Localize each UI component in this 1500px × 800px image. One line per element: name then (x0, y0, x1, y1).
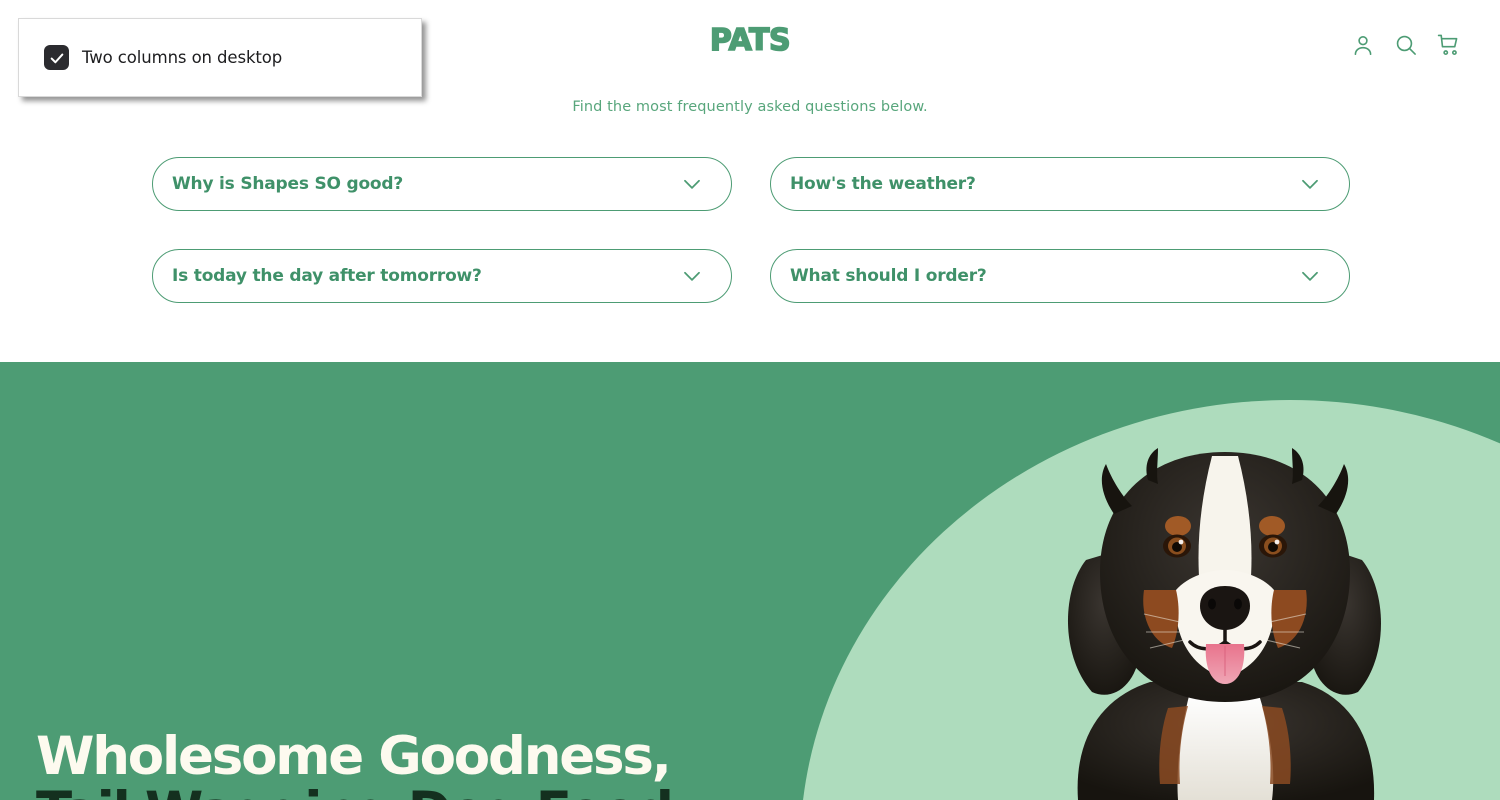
search-icon[interactable] (1393, 32, 1419, 58)
chevron-down-icon[interactable] (1297, 263, 1323, 289)
hero-heading-line-2: Tail Wagging Dog Food (36, 784, 936, 800)
two-columns-checkbox[interactable] (44, 45, 69, 70)
hero-heading: Wholesome Goodness, Tail Wagging Dog Foo… (36, 726, 936, 800)
account-icon[interactable] (1350, 32, 1376, 58)
two-columns-checkbox-label: Two columns on desktop (82, 48, 283, 67)
faq-question-label: How's the weather? (790, 174, 976, 194)
faq-list: Why is Shapes SO good? How's the weather… (152, 157, 1350, 303)
faq-question-label: Why is Shapes SO good? (172, 174, 404, 194)
faq-subtitle: Find the most frequently asked questions… (572, 99, 928, 115)
dog-photo (1040, 440, 1410, 800)
checkmark-icon (50, 53, 63, 63)
faq-item[interactable]: What should I order? (770, 249, 1350, 303)
chevron-down-icon[interactable] (679, 171, 705, 197)
faq-item[interactable]: Why is Shapes SO good? (152, 157, 732, 211)
faq-question-label: What should I order? (790, 266, 987, 286)
chevron-down-icon[interactable] (679, 263, 705, 289)
cart-icon[interactable] (1436, 32, 1462, 58)
chevron-down-icon[interactable] (1297, 171, 1323, 197)
faq-question-label: Is today the day after tomorrow? (172, 266, 482, 286)
brand-logo[interactable]: PATS (709, 25, 791, 57)
hero-heading-line-1: Wholesome Goodness, (36, 726, 672, 787)
two-columns-checkbox-row[interactable]: Two columns on desktop (44, 45, 282, 70)
page-root: PATS Find the most frequently asked ques… (0, 0, 1500, 800)
faq-item[interactable]: How's the weather? (770, 157, 1350, 211)
header-icon-group (1350, 32, 1462, 58)
faq-item[interactable]: Is today the day after tomorrow? (152, 249, 732, 303)
settings-overlay-panel: Two columns on desktop (18, 18, 422, 97)
